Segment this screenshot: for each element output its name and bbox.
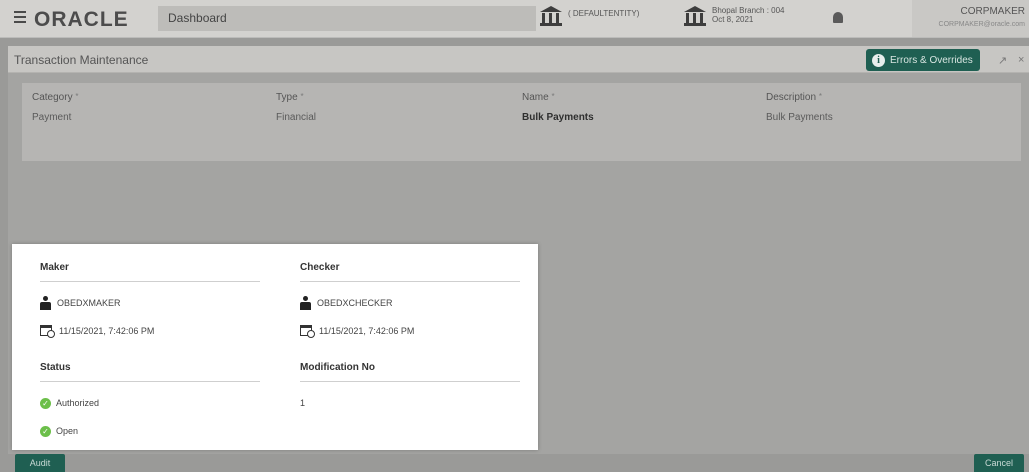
name-value: Bulk Payments [522,112,594,123]
required-mark: * [300,92,304,101]
user-name: CORPMAKER [960,6,1025,17]
check-circle-icon: ✓ [40,425,51,437]
errors-overrides-label: Errors & Overrides [890,54,973,66]
name-field: Name * Bulk Payments [522,92,594,123]
maker-heading: Maker [40,262,260,282]
oracle-logo: ORACLE [34,8,129,31]
auth-status: Authorized [56,398,100,408]
required-mark: * [551,92,555,101]
bank-icon [540,6,562,26]
entity-label: ( DEFAULTENTITY) [568,9,640,18]
maker-user: OBEDXMAKER [57,298,121,308]
required-mark: * [818,92,822,101]
auth-status-row: ✓ Authorized [40,392,260,414]
hamburger-icon[interactable] [14,11,26,23]
bell-icon[interactable] [833,12,843,23]
check-circle-icon: ✓ [40,397,51,409]
type-value: Financial [276,112,317,123]
branch-selector[interactable]: Bhopal Branch : 004 Oct 8, 2021 [684,6,785,26]
info-icon: i [872,53,885,67]
page-title: Transaction Maintenance [14,53,149,67]
maker-timestamp: 11/15/2021, 7:42:06 PM [59,326,155,336]
modification-heading: Modification No [300,362,520,382]
calendar-clock-icon [300,324,315,338]
description-field: Description * Bulk Payments [766,92,833,123]
cancel-button[interactable]: Cancel [974,454,1024,472]
modification-row: 1 [300,392,520,414]
close-icon[interactable]: × [1018,54,1024,66]
checker-user-row: OBEDXCHECKER [300,292,520,314]
checker-user: OBEDXCHECKER [317,298,393,308]
dashboard-tab[interactable]: Dashboard [158,6,536,31]
bank-icon [684,6,706,26]
checker-section: Checker OBEDXCHECKER 11/15/2021, 7:42:06… [300,262,520,342]
audit-button[interactable]: Audit [15,454,65,472]
user-icon [300,296,311,310]
user-icon [40,296,51,310]
status-heading: Status [40,362,260,382]
errors-overrides-button[interactable]: i Errors & Overrides [866,49,980,71]
modification-section: Modification No 1 [300,362,520,414]
status-section: Status ✓ Authorized ✓ Open [40,362,260,442]
branch-name: Bhopal Branch : 004 [712,6,785,15]
transaction-fields: Category * Payment Type * Financial Name… [22,83,1021,161]
category-field: Category * Payment [32,92,78,123]
footer-bar: Audit Cancel [0,454,1029,472]
user-menu[interactable]: CORPMAKER CORPMAKER@oracle.com [912,0,1029,37]
calendar-clock-icon [40,324,55,338]
maker-user-row: OBEDXMAKER [40,292,260,314]
checker-timestamp: 11/15/2021, 7:42:06 PM [319,326,415,336]
maker-time-row: 11/15/2021, 7:42:06 PM [40,320,260,342]
type-field: Type * Financial [276,92,316,123]
required-mark: * [75,92,79,101]
audit-popup: Maker OBEDXMAKER 11/15/2021, 7:42:06 PM … [12,244,538,450]
entity-selector[interactable]: ( DEFAULTENTITY) [540,6,639,26]
record-status: Open [56,426,79,436]
name-label: Name [522,92,549,103]
branch-date: Oct 8, 2021 [712,15,754,24]
user-email: CORPMAKER@oracle.com [938,21,1025,28]
description-label: Description [766,92,817,103]
record-status-row: ✓ Open [40,420,260,442]
description-value: Bulk Payments [766,112,833,123]
screen-titlebar: Transaction Maintenance i Errors & Overr… [8,46,1029,73]
type-label: Type [276,92,298,103]
category-value: Payment [32,112,72,123]
maker-section: Maker OBEDXMAKER 11/15/2021, 7:42:06 PM [40,262,260,342]
category-label: Category [32,92,73,103]
modification-number: 1 [300,398,306,408]
checker-time-row: 11/15/2021, 7:42:06 PM [300,320,520,342]
checker-heading: Checker [300,262,520,282]
top-header: ORACLE Dashboard ( DEFAULTENTITY) Bhopal… [0,0,1029,38]
expand-icon[interactable]: ↗ [998,54,1007,67]
